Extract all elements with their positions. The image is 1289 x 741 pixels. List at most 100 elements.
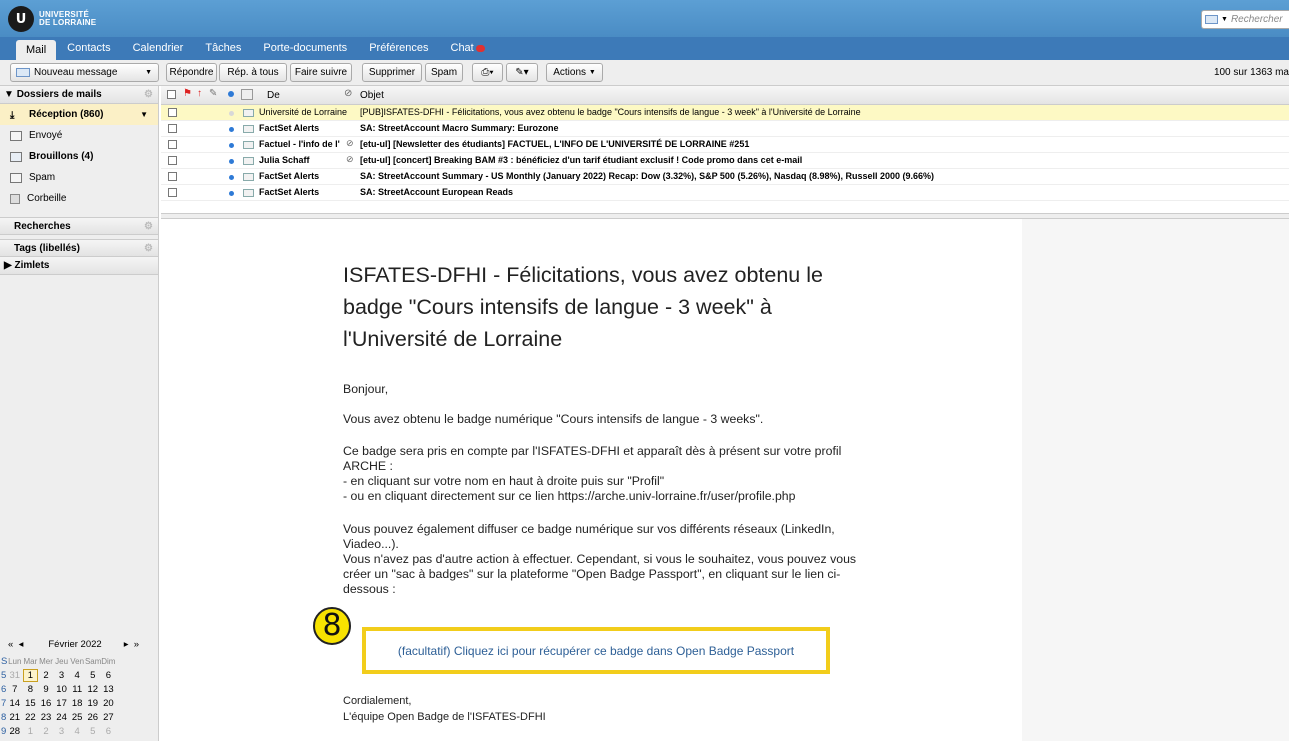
calendar-day[interactable]: 1 [23,726,39,737]
chevron-down-icon[interactable]: ▼ [140,110,148,119]
folder-trash[interactable]: Corbeille [0,188,158,209]
flag-icon[interactable]: ⚑ [183,88,192,99]
priority-icon[interactable]: ↑ [197,88,202,99]
tag-column-icon[interactable]: ✎ [209,88,217,99]
unread-dot-icon[interactable] [229,175,234,180]
next-year-icon[interactable]: » [134,639,139,650]
row-checkbox[interactable] [168,156,177,165]
gear-icon[interactable]: ⚙ [144,86,153,104]
read-dot-icon[interactable] [229,111,234,116]
reply-button[interactable]: Répondre [166,63,217,82]
chevron-down-icon[interactable]: ▼ [145,69,152,76]
attachment-column-icon[interactable]: ⊘ [344,88,352,99]
tab-calendar[interactable]: Calendrier [122,37,195,60]
calendar-day[interactable]: 24 [54,712,70,723]
mail-search-type-icon[interactable] [1205,15,1218,24]
row-checkbox[interactable] [168,172,177,181]
tab-chat[interactable]: Chat [440,37,496,60]
chevron-down-icon[interactable]: ▼ [1221,16,1228,23]
calendar-day[interactable]: 20 [101,698,117,709]
message-row[interactable]: FactSet Alerts SA: StreetAccount Macro S… [161,121,1289,137]
row-checkbox[interactable] [168,140,177,149]
search-input[interactable]: ▼ Rechercher [1201,10,1289,29]
calendar-day[interactable]: 31 [7,670,23,681]
status-column-icon[interactable] [241,89,253,100]
tab-preferences[interactable]: Préférences [358,37,439,60]
folder-spam[interactable]: Spam [0,167,158,188]
calendar-day[interactable]: 23 [38,712,54,723]
message-row[interactable]: FactSet Alerts SA: StreetAccount Europea… [161,185,1289,201]
calendar-day[interactable]: 9 [38,684,54,695]
unread-dot-icon[interactable] [229,159,234,164]
folder-inbox[interactable]: ⤓ Réception (860) ▼ [0,104,158,125]
calendar-day[interactable]: 14 [7,698,23,709]
reply-all-button[interactable]: Rép. à tous [219,63,287,82]
unread-dot-icon[interactable] [229,143,234,148]
tags-header[interactable]: Tags (libellés) ⚙ [0,239,158,257]
unread-dot-icon[interactable] [229,191,234,196]
calendar-day[interactable]: 6 [101,726,117,737]
week-number[interactable]: 9 [0,726,7,737]
mail-folders-header[interactable]: ▼ Dossiers de mails ⚙ [0,86,158,104]
message-row[interactable]: Julia Schaff ⊘ [etu-ul] [concert] Breaki… [161,153,1289,169]
message-row[interactable]: Université de Lorraine [PUB]ISFATES-DFHI… [161,105,1289,121]
calendar-day[interactable]: 19 [85,698,101,709]
calendar-day[interactable]: 26 [85,712,101,723]
open-badge-passport-link[interactable]: (facultatif) Cliquez ici pour récupérer … [398,644,794,658]
col-subject[interactable]: Objet [360,90,384,101]
calendar-day[interactable]: 5 [85,726,101,737]
searches-header[interactable]: Recherches ⚙ [0,217,158,235]
collapse-icon[interactable]: ▼ [4,89,14,100]
prev-year-icon[interactable]: « [8,639,13,650]
calendar-day[interactable]: 22 [23,712,39,723]
message-row[interactable]: Factuel - l'info de l' ⊘ [etu-ul] [Newsl… [161,137,1289,153]
calendar-day[interactable]: 18 [69,698,85,709]
row-checkbox[interactable] [168,188,177,197]
tab-briefcase[interactable]: Porte-documents [252,37,358,60]
zimlets-header[interactable]: ▶ Zimlets [0,257,158,275]
calendar-day[interactable]: 28 [7,726,23,737]
folder-sent[interactable]: Envoyé [0,125,158,146]
calendar-day[interactable]: 2 [38,726,54,737]
gear-icon[interactable]: ⚙ [144,240,153,258]
delete-button[interactable]: Supprimer [362,63,422,82]
calendar-day[interactable]: 4 [69,670,85,681]
week-number[interactable]: 6 [0,684,7,695]
week-number[interactable]: 5 [0,670,7,681]
message-row[interactable]: FactSet Alerts SA: StreetAccount Summary… [161,169,1289,185]
calendar-day[interactable]: 16 [38,698,54,709]
print-button[interactable]: ⎙▾ [472,63,503,82]
row-checkbox[interactable] [168,124,177,133]
calendar-day[interactable]: 2 [38,670,54,681]
gear-icon[interactable]: ⚙ [144,218,153,236]
folder-drafts[interactable]: Brouillons (4) [0,146,158,167]
calendar-day[interactable]: 4 [69,726,85,737]
unread-dot-icon[interactable] [229,127,234,132]
calendar-day-today[interactable]: 1 [22,668,39,682]
calendar-day[interactable]: 13 [101,684,117,695]
calendar-day[interactable]: 3 [54,726,70,737]
tab-tasks[interactable]: Tâches [194,37,252,60]
calendar-day[interactable]: 15 [23,698,39,709]
calendar-day[interactable]: 8 [23,684,39,695]
actions-button[interactable]: Actions ▼ [546,63,603,82]
col-from[interactable]: De [267,90,280,101]
prev-month-icon[interactable]: ◂ [19,639,24,650]
calendar-day[interactable]: 3 [54,670,70,681]
calendar-day[interactable]: 17 [54,698,70,709]
tab-contacts[interactable]: Contacts [56,37,121,60]
select-all-checkbox[interactable] [167,90,176,99]
expand-icon[interactable]: ▶ [4,260,12,271]
calendar-day[interactable]: 12 [85,684,101,695]
week-number[interactable]: 7 [0,698,7,709]
new-message-button[interactable]: Nouveau message ▼ [10,63,159,82]
calendar-day[interactable]: 11 [69,684,85,695]
calendar-day[interactable]: 25 [69,712,85,723]
calendar-day[interactable]: 5 [85,670,101,681]
forward-button[interactable]: Faire suivre [290,63,352,82]
tag-button[interactable]: ✎▾ [506,63,538,82]
calendar-day[interactable]: 6 [101,670,117,681]
calendar-day[interactable]: 7 [7,684,23,695]
calendar-day[interactable]: 10 [54,684,70,695]
tab-mail[interactable]: Mail [16,40,57,60]
